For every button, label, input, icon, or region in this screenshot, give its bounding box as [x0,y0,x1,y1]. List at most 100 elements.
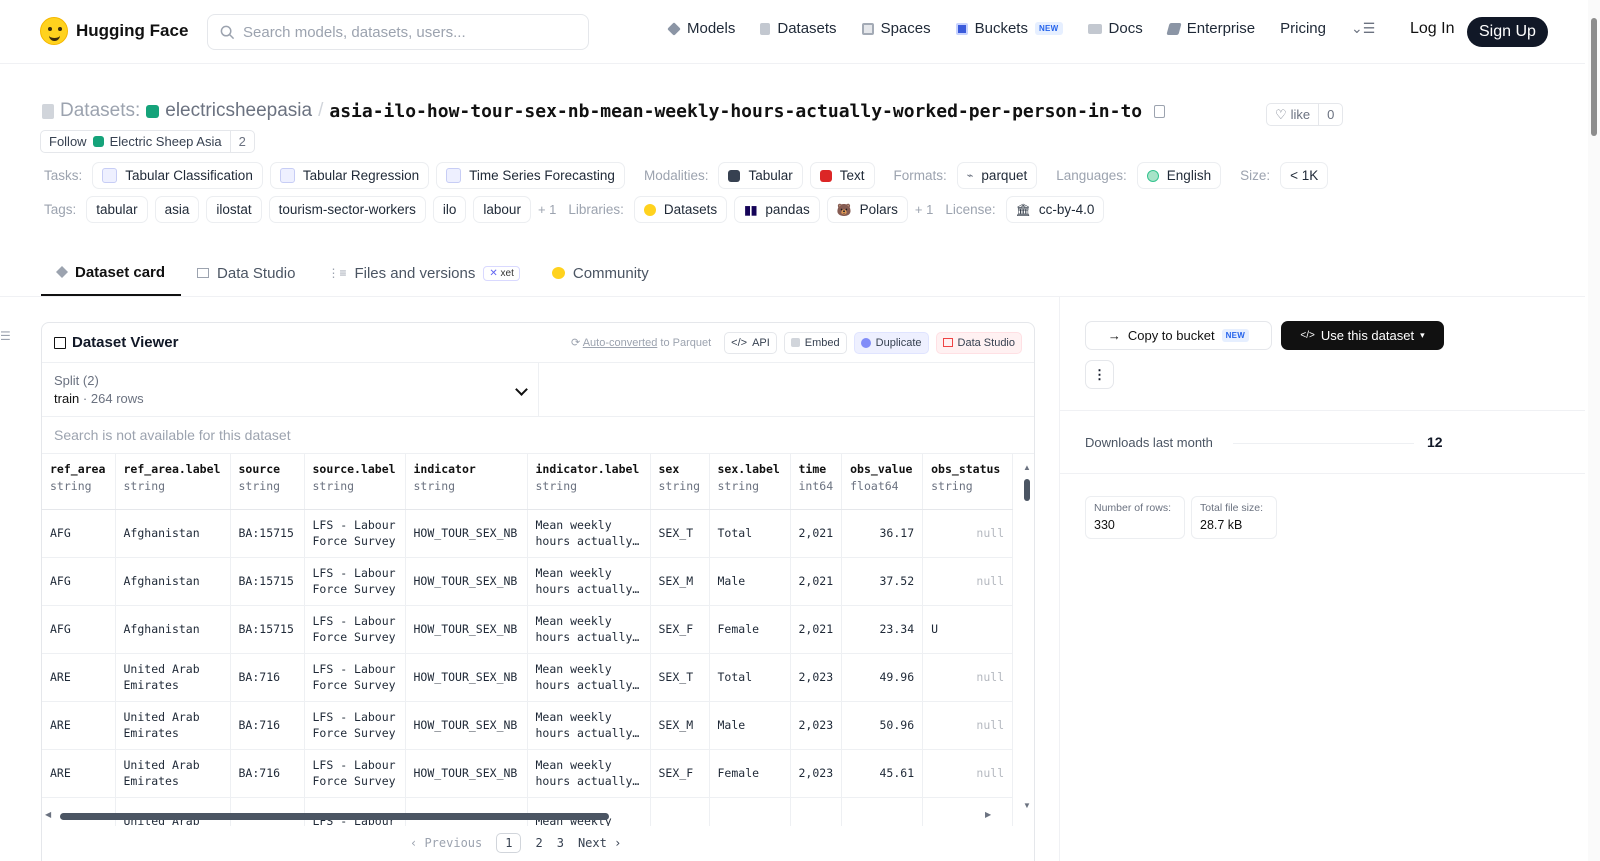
page-1-button[interactable]: 1 [496,833,522,853]
task-chip[interactable]: Time Series Forecasting [436,162,625,189]
column-name: indicator [413,462,476,476]
table-cell: LFS - Labour Force Survey [304,701,406,750]
language-chip[interactable]: English [1136,162,1222,189]
tab-community[interactable]: Community [536,250,665,296]
table-row[interactable]: AFG Afghanistan BA:15715 LFS - Labour Force… [42,557,1014,606]
more-menu-icon[interactable]: ⌄☰ [1351,20,1375,37]
tab-files-and-versions[interactable]: ⋮≡ Files and versions ✕ xet [311,250,535,296]
table-vertical-scrollbar[interactable]: ▲ ▼ [1022,463,1032,815]
copy-icon[interactable] [1154,104,1166,118]
column-header[interactable]: obs_status string [922,454,1014,510]
more-libraries-link[interactable]: + 1 [915,202,933,217]
scroll-left-icon[interactable]: ◀ [45,810,51,819]
table-row[interactable]: AFG Afghanistan BA:15715 LFS - Labour Force… [42,509,1014,558]
brand-logo[interactable]: Hugging Face [40,17,188,45]
follow-org-button[interactable]: Follow Electric Sheep Asia 2 [40,130,255,153]
duplicate-button[interactable]: Duplicate [853,331,929,354]
tag-chip[interactable]: tourism-sector-workers [268,196,426,223]
scroll-thumb[interactable] [1024,479,1030,501]
column-header[interactable]: time int64 [790,454,843,510]
library-chip[interactable]: 🐻 Polars [826,196,908,223]
column-header[interactable]: indicator.label string [527,454,651,510]
task-chip[interactable]: Tabular Regression [269,162,430,189]
table-row[interactable]: ARE United Arab Emirates BA:716 LFS - Labou… [42,701,1014,750]
task-label: Tabular Regression [302,168,420,183]
nav-enterprise[interactable]: Enterprise [1166,20,1255,37]
rows-stat-value: 330 [1094,518,1115,532]
copy-to-bucket-button[interactable]: → Copy to bucket NEW [1085,321,1272,350]
table-row[interactable]: ARE United Arab Emirates BA:716 LFS - Labou… [42,653,1014,702]
page-3-button[interactable]: 3 [557,836,564,850]
page-2-button[interactable]: 2 [535,836,542,850]
task-chip[interactable]: Tabular Classification [92,162,263,189]
column-header[interactable]: ref_area.label string [115,454,231,510]
column-header[interactable]: sex string [650,454,710,510]
data-studio-button[interactable]: Data Studio [935,331,1022,354]
table-body: AFG Afghanistan BA:15715 LFS - Labour Force… [42,509,1014,826]
api-button[interactable]: </> API [724,331,777,354]
more-tags-link[interactable]: + 1 [538,202,556,217]
table-cell: SEX_M [650,701,710,750]
global-search-input[interactable] [243,23,563,41]
column-header[interactable]: ref_area string [42,454,116,510]
modality-chip[interactable]: Text [809,162,875,189]
table-horizontal-scrollbar[interactable]: ◀ ▶ [42,809,1034,823]
spaces-icon [861,22,874,35]
tag-chip[interactable]: ilo [432,196,467,223]
nav-buckets[interactable]: Buckets NEW [955,20,1063,37]
tag-chip[interactable]: labour [473,196,531,223]
more-options-button[interactable]: ⋮ [1085,360,1114,389]
task-label: Tabular Classification [125,168,253,183]
dataset-name[interactable]: asia-ilo-how-tour-sex-nb-mean-weekly-hou… [329,101,1142,122]
tag-chip[interactable]: tabular [86,196,148,223]
column-header[interactable]: source.label string [304,454,406,510]
library-chip[interactable]: Datasets [633,196,728,223]
signup-button[interactable]: Sign Up [1467,17,1548,47]
column-header[interactable]: source string [230,454,305,510]
split-rows: 264 rows [90,391,144,406]
login-link[interactable]: Log In [1410,20,1454,38]
table-cell: BA:15715 [230,509,305,558]
tab-dataset-card[interactable]: Dataset card [41,250,182,296]
scroll-right-icon[interactable]: ▶ [985,810,991,819]
tag-chip[interactable]: asia [154,196,200,223]
table-row[interactable]: AFG Afghanistan BA:15715 LFS - Labour Force… [42,605,1014,654]
org-link[interactable]: electricsheepasia [165,100,312,122]
page-scroll-thumb[interactable] [1591,18,1597,136]
use-this-dataset-button[interactable]: </> Use this dataset ▾ [1281,321,1444,350]
column-header[interactable]: sex.label string [709,454,791,510]
column-header[interactable]: obs_value float64 [841,454,924,510]
scroll-thumb[interactable] [60,813,609,820]
scroll-up-icon[interactable]: ▲ [1023,463,1031,472]
tag-chip[interactable]: ilostat [206,196,262,223]
split-selector[interactable]: Split (2) train · 264 rows [42,363,539,416]
license-chip[interactable]: 🏛 cc-by-4.0 [1005,196,1105,223]
task-label: Time Series Forecasting [469,168,615,183]
library-chip[interactable]: ▮▮ pandas [734,196,820,223]
global-search-box[interactable] [207,14,589,50]
modality-chip[interactable]: Tabular [718,162,803,189]
nav-datasets[interactable]: Datasets [760,20,837,37]
nav-models[interactable]: Models [667,20,735,37]
page-scrollbar[interactable] [1588,0,1600,861]
auto-converted-link[interactable]: Auto-converted [583,337,658,349]
previous-page-button[interactable]: ‹ Previous [410,836,482,850]
pagination: ‹ Previous 1 2 3 Next › [410,833,621,853]
table-cell: AFG [42,557,116,606]
nav-docs[interactable]: Docs [1087,20,1143,37]
nav-spaces[interactable]: Spaces [861,20,931,37]
tab-data-studio[interactable]: Data Studio [181,250,311,296]
xet-icon: ✕ [489,267,498,279]
sidebar-toggle-icon[interactable]: ☰ [0,329,11,343]
nav-pricing[interactable]: Pricing [1280,20,1326,37]
column-header[interactable]: indicator string [405,454,528,510]
format-chip[interactable]: ⌁ parquet [956,162,1038,189]
next-page-button[interactable]: Next › [578,836,621,850]
table-cell: AFG [42,605,116,654]
split-name: train [54,391,80,406]
embed-button[interactable]: Embed [783,331,847,354]
size-chip[interactable]: < 1K [1280,162,1329,189]
table-row[interactable]: ARE United Arab Emirates BA:716 LFS - Labou… [42,749,1014,798]
column-name: indicator.label [535,462,640,476]
like-button[interactable]: ♡ like 0 [1266,103,1344,126]
